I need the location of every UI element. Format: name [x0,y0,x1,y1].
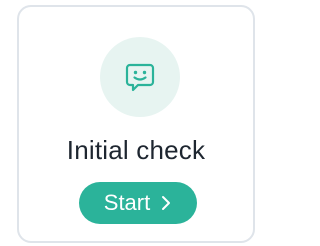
icon-badge [100,37,180,117]
start-button[interactable]: Start [79,182,197,224]
initial-check-card[interactable]: Initial check Start [17,5,255,243]
chevron-right-icon [160,195,172,211]
start-button-label: Start [103,190,151,215]
chat-smile-icon [123,60,157,94]
card-title: Initial check [66,135,206,165]
